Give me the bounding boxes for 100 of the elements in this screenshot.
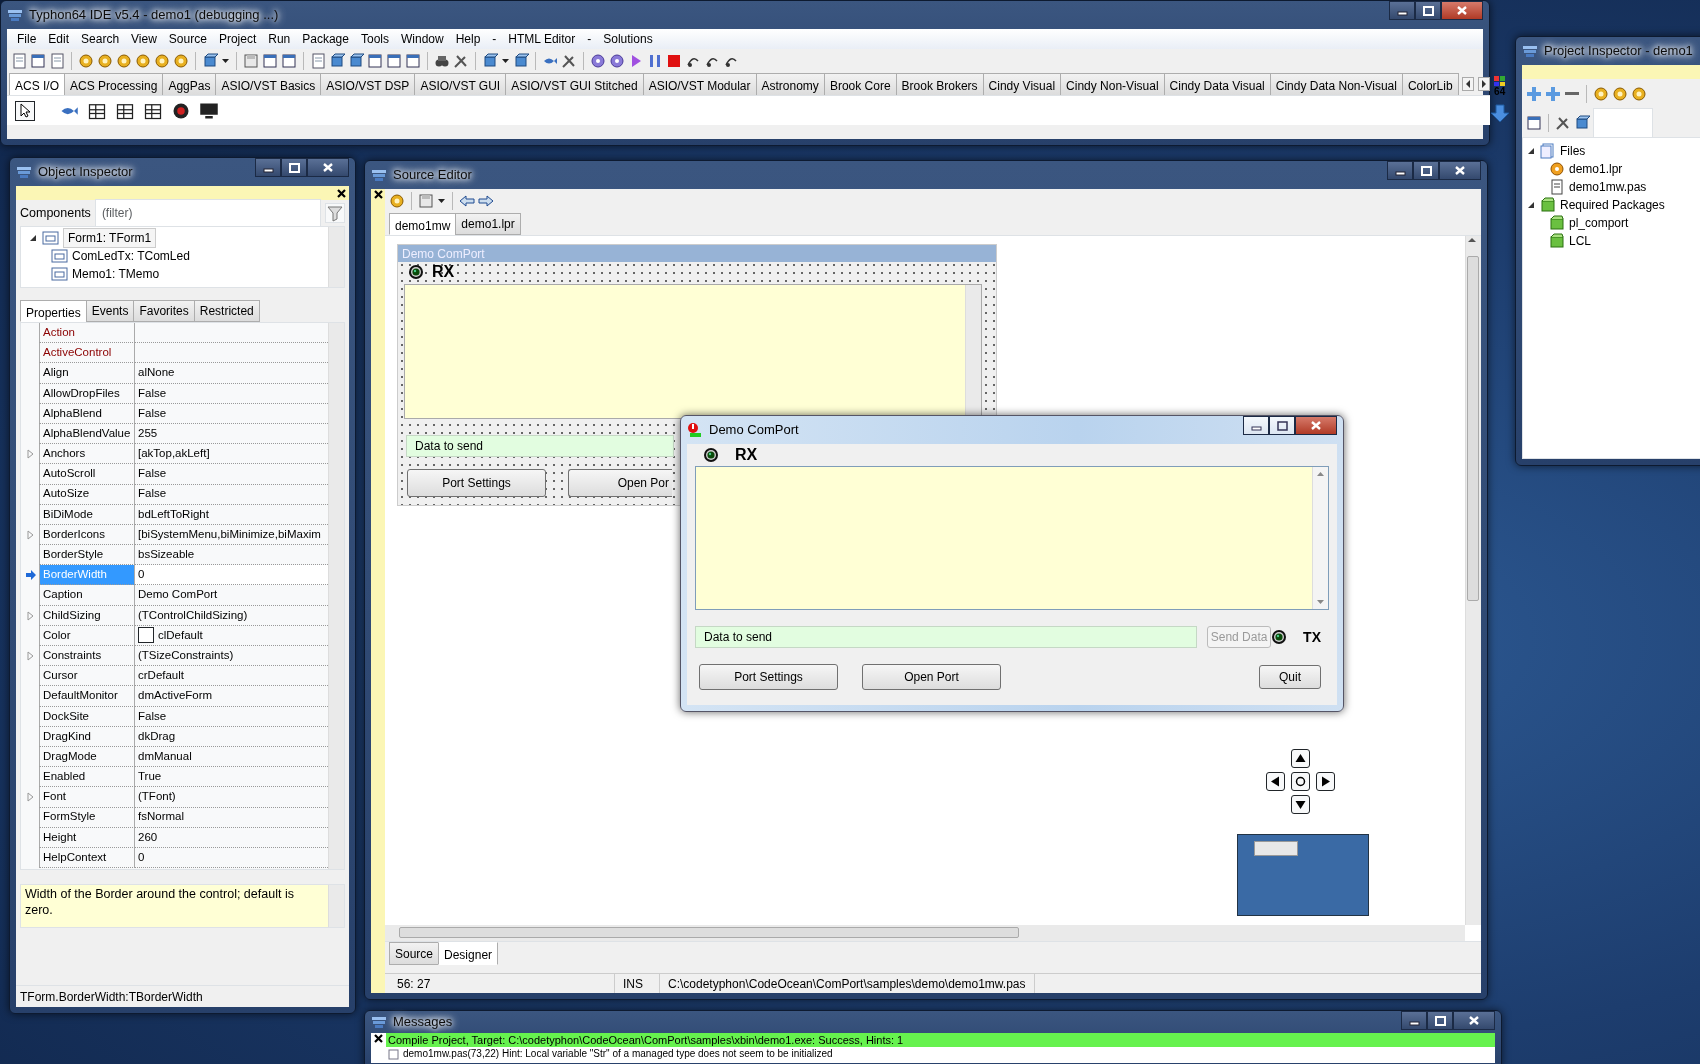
scroll-thumb[interactable] xyxy=(399,927,1019,938)
tools-icon[interactable] xyxy=(453,53,469,69)
add-icon[interactable] xyxy=(1526,86,1542,102)
property-value[interactable]: [biSystemMenu,biMinimize,biMaxim xyxy=(138,525,321,544)
property-value[interactable]: bsSizeable xyxy=(138,546,195,564)
tab[interactable]: Events xyxy=(85,300,135,322)
palette-tab[interactable]: Cindy Visual xyxy=(982,73,1062,95)
property-value[interactable]: True xyxy=(138,768,162,786)
close-button[interactable] xyxy=(1441,1,1483,20)
palette-tab[interactable]: ASIO/VST GUI Stitched xyxy=(505,73,644,95)
menu-item[interactable]: - xyxy=(581,30,598,48)
property-value[interactable]: False xyxy=(138,384,167,402)
gear-icon[interactable] xyxy=(1612,86,1628,102)
maximize-button[interactable] xyxy=(1269,416,1295,435)
cube-icon[interactable] xyxy=(329,53,345,69)
left-arrow-icon[interactable] xyxy=(1270,776,1281,787)
property-value[interactable]: False xyxy=(138,707,167,725)
circle-icon[interactable] xyxy=(1295,776,1306,787)
cube-icon[interactable] xyxy=(348,53,364,69)
palette-tab[interactable]: Cindy Non-Visual xyxy=(1060,73,1165,95)
property-name[interactable]: Caption xyxy=(39,585,135,606)
property-name[interactable]: FormStyle xyxy=(39,807,135,828)
menu-item[interactable]: HTML Editor xyxy=(502,30,582,48)
property-name[interactable]: AutoSize xyxy=(39,484,135,505)
file-tab[interactable]: demo1.lpr xyxy=(455,213,521,235)
palette-tab[interactable]: ACS Processing xyxy=(64,73,164,95)
stop-icon[interactable] xyxy=(666,53,682,69)
property-name[interactable]: DockSite xyxy=(39,706,135,727)
property-name[interactable]: AllowDropFiles xyxy=(39,383,135,404)
gear-icon[interactable] xyxy=(1631,86,1647,102)
cube-icon[interactable] xyxy=(1574,115,1590,131)
expanded-arrow-icon[interactable] xyxy=(1527,146,1536,156)
property-name[interactable]: Color xyxy=(39,625,135,646)
property-value[interactable]: dmManual xyxy=(138,747,192,766)
pause-icon[interactable] xyxy=(647,53,663,69)
palette-tab[interactable]: ACS I/O xyxy=(9,73,65,95)
data-field[interactable]: Data to send xyxy=(406,435,674,457)
close-icon[interactable] xyxy=(336,187,347,199)
dialog-button[interactable]: Open Port xyxy=(862,664,1001,690)
property-name[interactable]: BiDiMode xyxy=(39,504,135,525)
palette-tab[interactable]: Brook Core xyxy=(823,73,897,95)
maximize-button[interactable] xyxy=(1413,161,1439,180)
nav-center-button[interactable] xyxy=(1291,772,1310,791)
view-tab[interactable]: Source xyxy=(389,942,440,965)
property-name[interactable]: Align xyxy=(39,363,135,384)
palette-tab[interactable]: Astronomy xyxy=(755,73,825,95)
cube-icon[interactable] xyxy=(202,53,218,69)
filter-field[interactable]: (filter) xyxy=(94,199,321,227)
property-value[interactable]: (TSizeConstraints) xyxy=(138,646,234,665)
palette-tab[interactable]: Cindy Data Visual xyxy=(1163,73,1271,95)
tree-item[interactable]: Form1: TForm1 xyxy=(63,228,157,248)
window-icon[interactable] xyxy=(30,53,46,69)
property-name[interactable]: Anchors xyxy=(39,444,135,465)
menu-item[interactable]: Project xyxy=(212,30,263,48)
property-value[interactable]: (TFont) xyxy=(138,788,176,806)
menu-item[interactable]: Window xyxy=(395,30,450,48)
property-name[interactable]: HelpContext xyxy=(39,847,135,869)
property-name[interactable]: Enabled xyxy=(39,767,135,788)
property-value[interactable]: dmActiveForm xyxy=(138,687,213,705)
menu-item[interactable]: Search xyxy=(75,30,126,48)
gear-icon[interactable] xyxy=(97,53,113,69)
filter-field[interactable] xyxy=(1593,107,1653,139)
property-name[interactable]: Action xyxy=(39,323,135,344)
cog-icon[interactable] xyxy=(590,53,606,69)
window-icon[interactable] xyxy=(405,53,421,69)
tools-icon[interactable] xyxy=(561,53,577,69)
gear-icon[interactable] xyxy=(173,53,189,69)
property-value[interactable]: fsNormal xyxy=(138,808,184,826)
scroll-down-icon[interactable] xyxy=(1316,599,1325,605)
file-tab[interactable]: demo1mw xyxy=(389,213,457,235)
dialog-button[interactable]: Port Settings xyxy=(699,664,838,690)
pointer-button[interactable] xyxy=(15,100,35,121)
scrollbar[interactable] xyxy=(385,925,1465,941)
menu-item[interactable]: View xyxy=(125,30,163,48)
tree-item[interactable]: LCL xyxy=(1569,232,1591,250)
nav-up-button[interactable] xyxy=(1291,749,1310,768)
property-value[interactable]: False xyxy=(138,465,167,483)
gear-icon[interactable] xyxy=(116,53,132,69)
tools-icon[interactable] xyxy=(1555,115,1571,131)
menu-item[interactable]: File xyxy=(11,30,43,48)
property-name[interactable]: BorderIcons xyxy=(39,524,135,546)
caret-icon[interactable] xyxy=(501,57,510,65)
menu-item[interactable]: Edit xyxy=(42,30,76,48)
minimap[interactable] xyxy=(1237,834,1369,916)
menu-item[interactable]: Package xyxy=(296,30,355,48)
maximize-button[interactable] xyxy=(1415,1,1441,20)
tab[interactable]: Properties xyxy=(20,300,87,322)
nav-down-button[interactable] xyxy=(1291,795,1310,814)
cube-icon[interactable] xyxy=(513,53,529,69)
scrollbar[interactable] xyxy=(328,227,344,287)
nav-right-button[interactable] xyxy=(1316,772,1335,791)
property-value[interactable]: Demo ComPort xyxy=(138,586,218,604)
checkbox-icon[interactable] xyxy=(388,1048,399,1060)
download-arrow-icon[interactable] xyxy=(1489,104,1510,123)
form-button[interactable]: Open Por xyxy=(568,469,672,497)
gear-icon[interactable] xyxy=(78,53,94,69)
tree-item[interactable]: Required Packages xyxy=(1560,196,1665,214)
form-button[interactable]: Port Settings xyxy=(407,469,546,497)
tree-item[interactable]: demo1.lpr xyxy=(1569,160,1623,178)
binoculars-icon[interactable] xyxy=(434,53,450,69)
